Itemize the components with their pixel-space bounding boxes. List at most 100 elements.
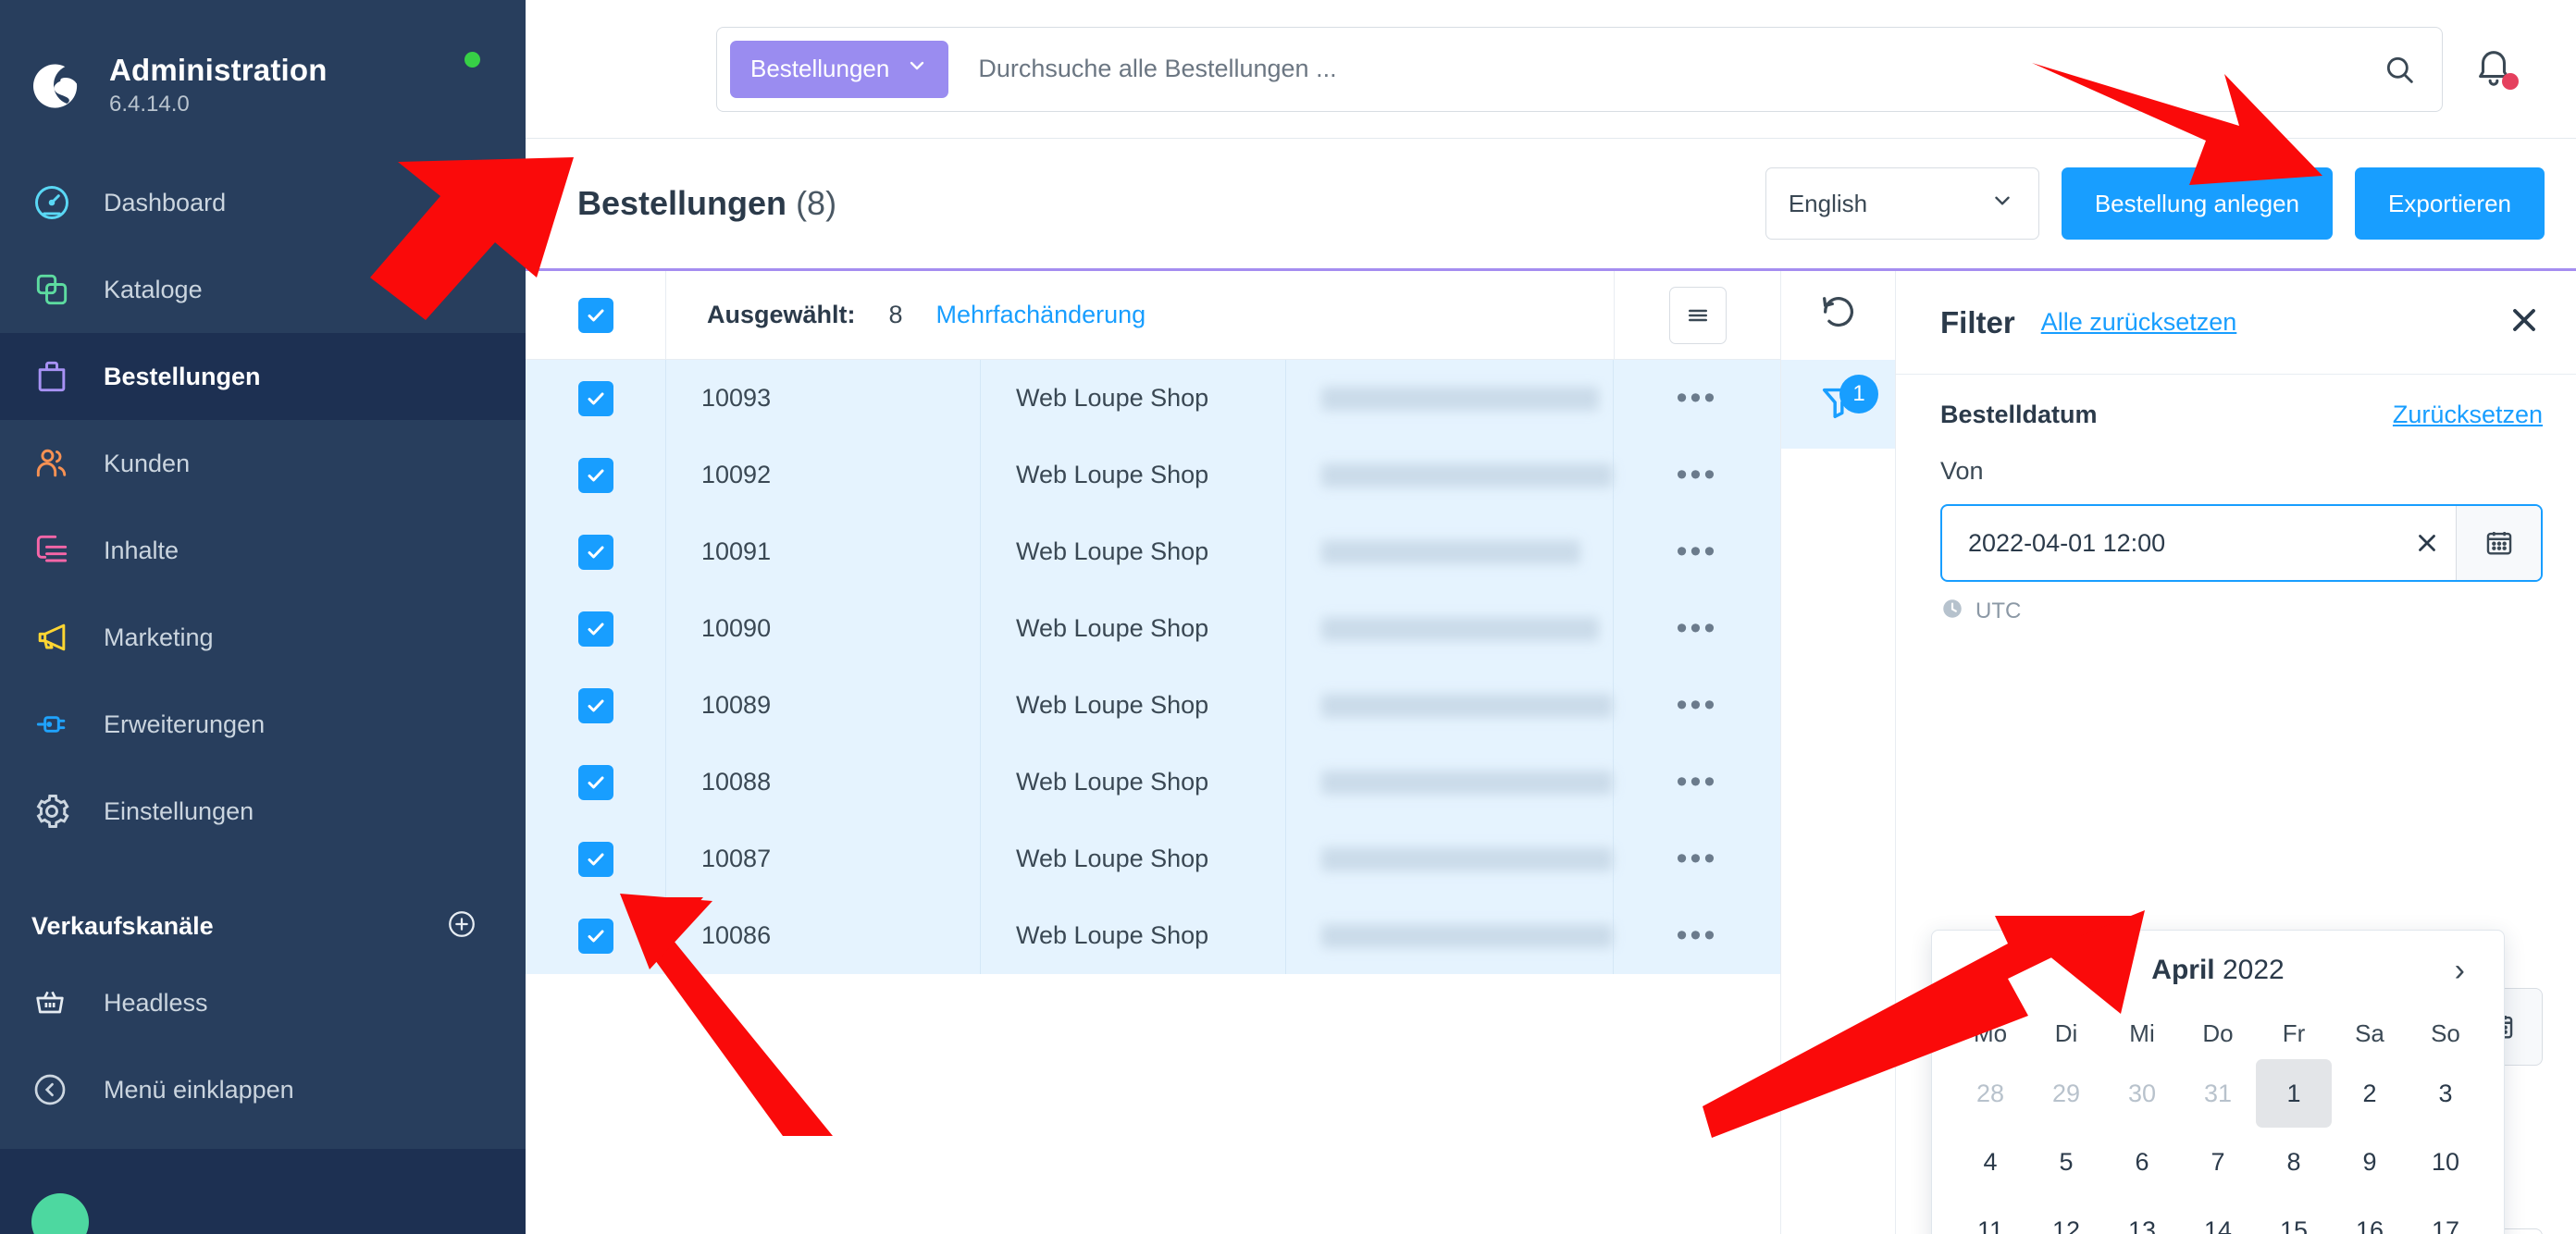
datepicker-day[interactable]: 2 (2332, 1059, 2408, 1128)
row-checkbox[interactable] (577, 534, 613, 570)
table-row[interactable]: 10088 Web Loupe Shop ••• (526, 744, 1780, 821)
global-search[interactable]: Bestellungen (716, 26, 2443, 112)
row-checkbox[interactable] (577, 764, 613, 800)
search-scope-dropdown[interactable]: Bestellungen (730, 40, 949, 98)
sales-channel: Web Loupe Shop (981, 590, 1286, 667)
datepicker-day[interactable]: 31 (2180, 1059, 2256, 1128)
sidebar-item-kunden[interactable]: Kunden (0, 420, 526, 507)
datepicker-day[interactable]: 8 (2256, 1128, 2332, 1196)
datepicker-day[interactable]: 3 (2408, 1059, 2483, 1128)
table-row[interactable]: 10087 Web Loupe Shop ••• (526, 821, 1780, 897)
datepicker-weekday: Di (2054, 1019, 2078, 1047)
close-icon[interactable] (2506, 302, 2543, 343)
row-context-menu-icon[interactable]: ••• (1614, 590, 1780, 667)
row-checkbox[interactable] (577, 611, 613, 647)
datepicker-day[interactable]: 7 (2180, 1128, 2256, 1196)
sidebar-nav: Dashboard Kataloge Bestellungen Kunden I… (0, 159, 526, 855)
table-bulk-toolbar: Ausgewählt: 8 Mehrfachänderung (526, 271, 1780, 360)
row-checkbox[interactable] (577, 457, 613, 493)
sidebar-brand-title: Administration (109, 52, 328, 87)
redacted-cell (1286, 821, 1614, 897)
redacted-cell (1286, 513, 1614, 590)
datepicker-day[interactable]: 6 (2104, 1128, 2180, 1196)
next-month-icon[interactable]: › (2447, 955, 2472, 986)
sidebar-section-title: Verkaufskanäle (31, 912, 214, 940)
order-number: 10091 (666, 513, 981, 590)
datepicker-day[interactable]: 13 (2104, 1196, 2180, 1234)
reset-filter-link[interactable]: Zurücksetzen (2393, 401, 2543, 429)
datepicker-day[interactable]: 10 (2408, 1128, 2483, 1196)
table-row[interactable]: 10093 Web Loupe Shop ••• (526, 360, 1780, 437)
sidebar-user-strip[interactable] (0, 1149, 526, 1234)
bulk-edit-link[interactable]: Mehrfachänderung (936, 301, 1146, 329)
datepicker-day[interactable]: 30 (2104, 1059, 2180, 1128)
filter-count-badge: 1 (1839, 375, 1878, 413)
row-context-menu-icon[interactable]: ••• (1614, 360, 1780, 437)
row-context-menu-icon[interactable]: ••• (1614, 513, 1780, 590)
datepicker-day[interactable]: 15 (2256, 1196, 2332, 1234)
row-checkbox[interactable] (577, 841, 613, 877)
datepicker-popover[interactable]: ‹ April 2022 › Mo Di Mi Do Fr Sa So 28 29 30 31 1 2… (1931, 930, 2505, 1234)
refresh-button[interactable] (1781, 271, 1895, 360)
row-context-menu-icon[interactable]: ••• (1614, 667, 1780, 744)
page-header-actions: English Bestellung anlegen Exportieren (1765, 167, 2545, 240)
datepicker-day[interactable]: 16 (2332, 1196, 2408, 1234)
search-input[interactable] (948, 55, 2373, 83)
sidebar-item-einstellungen[interactable]: Einstellungen (0, 768, 526, 855)
sidebar-brand[interactable]: Administration 6.4.14.0 (0, 0, 526, 139)
datepicker-day[interactable]: 14 (2180, 1196, 2256, 1234)
sidebar-item-label: Einstellungen (104, 796, 254, 825)
select-all-checkbox[interactable] (577, 297, 613, 333)
datepicker-day[interactable]: 28 (1952, 1059, 2028, 1128)
sidebar-item-bestellungen[interactable]: Bestellungen (0, 333, 526, 420)
clear-date-icon[interactable] (2398, 506, 2456, 580)
create-order-button[interactable]: Bestellung anlegen (2061, 167, 2334, 240)
datepicker-day[interactable]: 5 (2028, 1128, 2104, 1196)
table-row[interactable]: 10089 Web Loupe Shop ••• (526, 667, 1780, 744)
add-sales-channel-icon[interactable] (446, 908, 477, 944)
sidebar-item-headless[interactable]: Headless (0, 959, 526, 1046)
prev-month-icon[interactable]: ‹ (1963, 955, 1988, 986)
date-from-value[interactable]: 2022-04-01 12:00 (1942, 506, 2398, 580)
datepicker-day[interactable]: 9 (2332, 1128, 2408, 1196)
avatar[interactable] (31, 1193, 89, 1234)
row-context-menu-icon[interactable]: ••• (1614, 821, 1780, 897)
sidebar-item-inhalte[interactable]: Inhalte (0, 507, 526, 594)
row-context-menu-icon[interactable]: ••• (1614, 897, 1780, 974)
row-checkbox[interactable] (577, 380, 613, 416)
sidebar-item-marketing[interactable]: Marketing (0, 594, 526, 681)
datepicker-day[interactable]: 1 (2256, 1059, 2332, 1128)
redacted-bar (1321, 386, 1599, 411)
datepicker-day[interactable]: 17 (2408, 1196, 2483, 1234)
notifications-button[interactable] (2443, 45, 2545, 93)
sidebar-item-erweiterungen[interactable]: Erweiterungen (0, 681, 526, 768)
redacted-bar (1321, 770, 1613, 795)
reset-all-filters-link[interactable]: Alle zurücksetzen (2041, 308, 2237, 337)
table-row[interactable]: 10090 Web Loupe Shop ••• (526, 590, 1780, 667)
sidebar-item-label: Kunden (104, 449, 191, 477)
datepicker-day[interactable]: 4 (1952, 1128, 2028, 1196)
chevron-down-icon (906, 55, 928, 83)
table-row[interactable]: 10091 Web Loupe Shop ••• (526, 513, 1780, 590)
sidebar-item-kataloge[interactable]: Kataloge (0, 246, 526, 333)
table-row[interactable]: 10086 Web Loupe Shop ••• (526, 897, 1780, 974)
search-icon[interactable] (2373, 51, 2425, 88)
row-checkbox[interactable] (577, 918, 613, 954)
language-select[interactable]: English (1765, 167, 2039, 240)
table-row[interactable]: 10092 Web Loupe Shop ••• (526, 437, 1780, 513)
row-context-menu-icon[interactable]: ••• (1614, 437, 1780, 513)
row-checkbox[interactable] (577, 687, 613, 723)
datepicker-day[interactable]: 29 (2028, 1059, 2104, 1128)
table-settings-icon[interactable] (1668, 286, 1727, 344)
export-button[interactable]: Exportieren (2355, 167, 2545, 240)
row-context-menu-icon[interactable]: ••• (1614, 744, 1780, 821)
sidebar-collapse-menu[interactable]: Menü einklappen (0, 1046, 526, 1133)
filter-toggle-button[interactable]: 1 (1781, 360, 1895, 449)
datepicker-month: April (2151, 955, 2215, 985)
calendar-icon[interactable] (2456, 506, 2541, 580)
datepicker-day[interactable]: 12 (2028, 1196, 2104, 1234)
bulk-actions: Ausgewählt: 8 Mehrfachänderung (666, 271, 1614, 359)
sidebar-item-dashboard[interactable]: Dashboard (0, 159, 526, 246)
datepicker-day[interactable]: 11 (1952, 1196, 2028, 1234)
date-from-field[interactable]: 2022-04-01 12:00 (1940, 504, 2543, 582)
